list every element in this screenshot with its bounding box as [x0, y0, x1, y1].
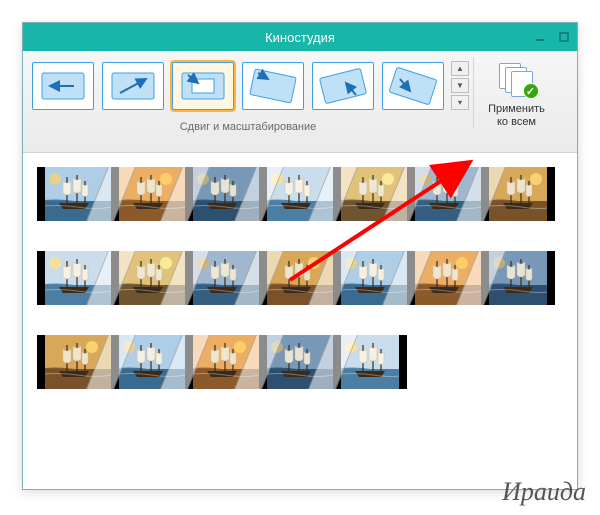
effect-rotate-forward[interactable] [242, 62, 304, 110]
apply-to-all-icon: ✓ [497, 61, 537, 97]
gallery-scroll: ▲ ▼ ▾ [451, 61, 469, 111]
track-3[interactable] [37, 335, 577, 389]
effect-rotate-up[interactable] [312, 62, 374, 110]
clip[interactable] [333, 335, 407, 389]
effect-rotate-down[interactable] [382, 62, 444, 110]
effects-group: ▲ ▼ ▾ Сдвиг и масштабирование [27, 57, 469, 133]
timeline-area[interactable] [23, 153, 577, 389]
effect-pan-expand[interactable] [102, 62, 164, 110]
clip[interactable] [481, 251, 555, 305]
app-window: Киностудия ▲ ▼ ▾ Сдвиг и масштабирование [22, 22, 578, 490]
apply-to-all-button[interactable]: ✓ Применить ко всем [473, 57, 551, 128]
apply-to-all-label: Применить ко всем [488, 103, 545, 128]
track-2[interactable] [37, 251, 577, 305]
effect-pan-left[interactable] [32, 62, 94, 110]
maximize-button[interactable] [557, 30, 571, 44]
signature-watermark: Ираида [502, 477, 586, 507]
gallery-up-button[interactable]: ▲ [451, 61, 469, 76]
group-label: Сдвиг и масштабирование [180, 121, 317, 133]
window-title: Киностудия [265, 30, 335, 45]
effect-zoom-in-arrow[interactable] [172, 62, 234, 110]
clip[interactable] [481, 167, 555, 221]
window-controls [533, 23, 571, 51]
gallery-more-button[interactable]: ▾ [451, 95, 469, 110]
minimize-button[interactable] [533, 30, 547, 44]
titlebar: Киностудия [23, 23, 577, 51]
gallery-down-button[interactable]: ▼ [451, 78, 469, 93]
ribbon: ▲ ▼ ▾ Сдвиг и масштабирование ✓ Применит… [23, 51, 577, 153]
track-1[interactable] [37, 167, 577, 221]
effects-gallery [27, 57, 449, 111]
